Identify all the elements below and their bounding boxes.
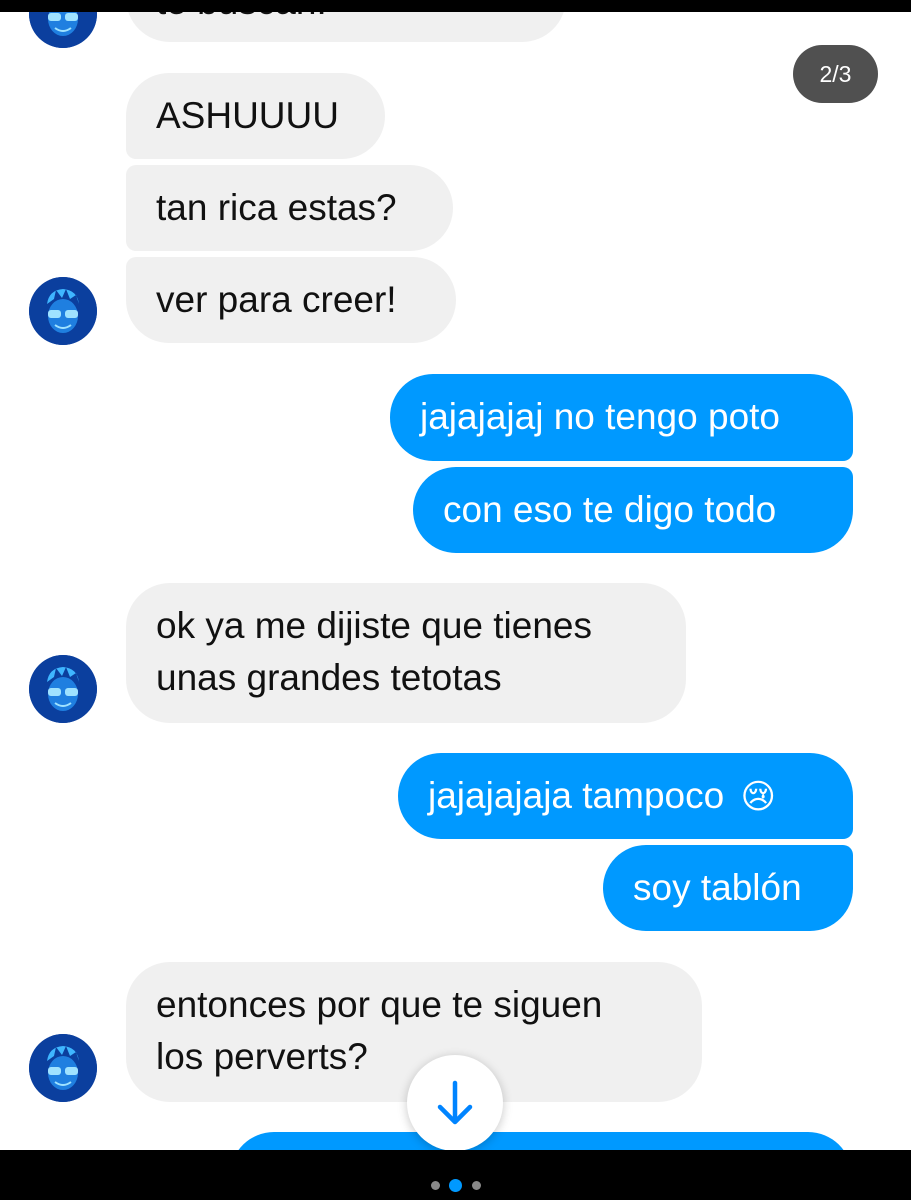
carousel-dot[interactable] bbox=[471, 1180, 481, 1190]
message-text-line: unas grandes tetotas bbox=[156, 657, 502, 698]
page-indicator: 2/3 bbox=[793, 45, 878, 103]
outgoing-message[interactable] bbox=[230, 1132, 852, 1150]
incoming-message[interactable]: ok ya me dijiste que tienes unas grandes… bbox=[126, 583, 686, 723]
message-text: ver para creer! bbox=[156, 279, 397, 320]
cartoon-avatar-icon bbox=[29, 655, 97, 723]
outgoing-message[interactable]: soy tablón bbox=[603, 845, 853, 931]
incoming-message[interactable]: ver para creer! bbox=[126, 257, 456, 343]
arrow-down-icon bbox=[437, 1080, 473, 1125]
scroll-down-button[interactable] bbox=[407, 1055, 503, 1150]
message-text: con eso te digo todo bbox=[443, 489, 777, 530]
carousel-dot[interactable] bbox=[430, 1180, 440, 1190]
cartoon-avatar-icon bbox=[29, 12, 97, 48]
cartoon-avatar-icon bbox=[29, 1034, 97, 1102]
chat-viewport[interactable]: te buscan! ASHUUUU tan rica estas? ver p… bbox=[0, 12, 911, 1150]
carousel-dot-active[interactable] bbox=[448, 1178, 462, 1192]
message-text: jajajajaja tampoco bbox=[428, 775, 725, 816]
contact-avatar[interactable] bbox=[29, 277, 97, 345]
outgoing-message[interactable]: jajajajaj no tengo poto bbox=[390, 374, 853, 461]
contact-avatar[interactable] bbox=[29, 1034, 97, 1102]
carousel-dots bbox=[0, 1150, 911, 1200]
message-text-line: ok ya me dijiste que tienes bbox=[156, 605, 593, 646]
message-text: te buscan! bbox=[156, 12, 327, 22]
outgoing-message[interactable]: con eso te digo todo bbox=[413, 467, 853, 553]
incoming-message[interactable]: te buscan! bbox=[126, 12, 566, 42]
message-text: tan rica estas? bbox=[156, 187, 397, 228]
message-text: ASHUUUU bbox=[156, 95, 339, 136]
message-text: soy tablón bbox=[633, 867, 802, 908]
incoming-message[interactable]: tan rica estas? bbox=[126, 165, 453, 251]
message-text-line: entonces por que te siguen bbox=[156, 984, 603, 1025]
cartoon-avatar-icon bbox=[29, 277, 97, 345]
contact-avatar[interactable] bbox=[29, 12, 97, 48]
contact-avatar[interactable] bbox=[29, 655, 97, 723]
outgoing-message[interactable]: jajajajaja tampoco 😢 bbox=[398, 753, 853, 839]
incoming-message[interactable]: ASHUUUU bbox=[126, 73, 385, 159]
message-text: jajajajaj no tengo poto bbox=[420, 396, 781, 437]
crying-face-emoji: 😢 bbox=[740, 777, 776, 817]
